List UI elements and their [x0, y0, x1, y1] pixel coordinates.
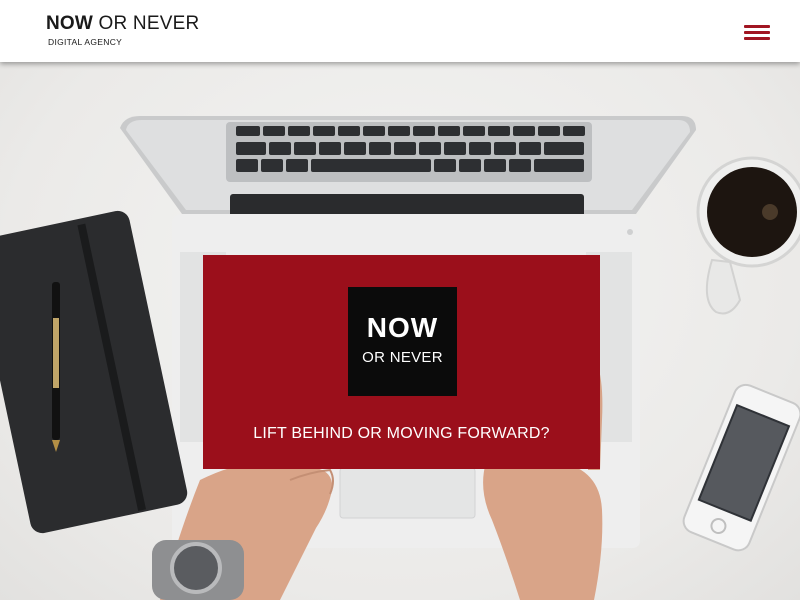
- brand-name: NOW OR NEVER: [46, 14, 199, 34]
- card-logo-now: NOW: [366, 312, 439, 343]
- menu-bar-bottom: [744, 37, 770, 40]
- site-header: NOW OR NEVER DIGITAL AGENCY: [0, 0, 800, 62]
- card-logo: NOW OR NEVER: [348, 287, 457, 396]
- brand-tagline: DIGITAL AGENCY: [48, 37, 123, 47]
- coffee-mug-graphic: [696, 156, 800, 315]
- brand-name-rest: OR NEVER: [93, 13, 200, 34]
- promo-headline: LIFT BEHIND OR MOVING FORWARD?: [253, 425, 550, 442]
- card-logo-or-never: OR NEVER: [362, 349, 443, 366]
- menu-bar-middle: [744, 31, 770, 34]
- menu-bar-top: [744, 25, 770, 28]
- promo-card: NOW OR NEVER LIFT BEHIND OR MOVING FORWA…: [203, 255, 600, 469]
- hamburger-menu-icon[interactable]: [742, 22, 772, 44]
- smartphone-graphic: [682, 383, 800, 552]
- brand-name-now: NOW: [46, 13, 94, 34]
- brand-logo[interactable]: NOW OR NEVER DIGITAL AGENCY: [46, 14, 199, 48]
- notebook-graphic: [0, 210, 188, 534]
